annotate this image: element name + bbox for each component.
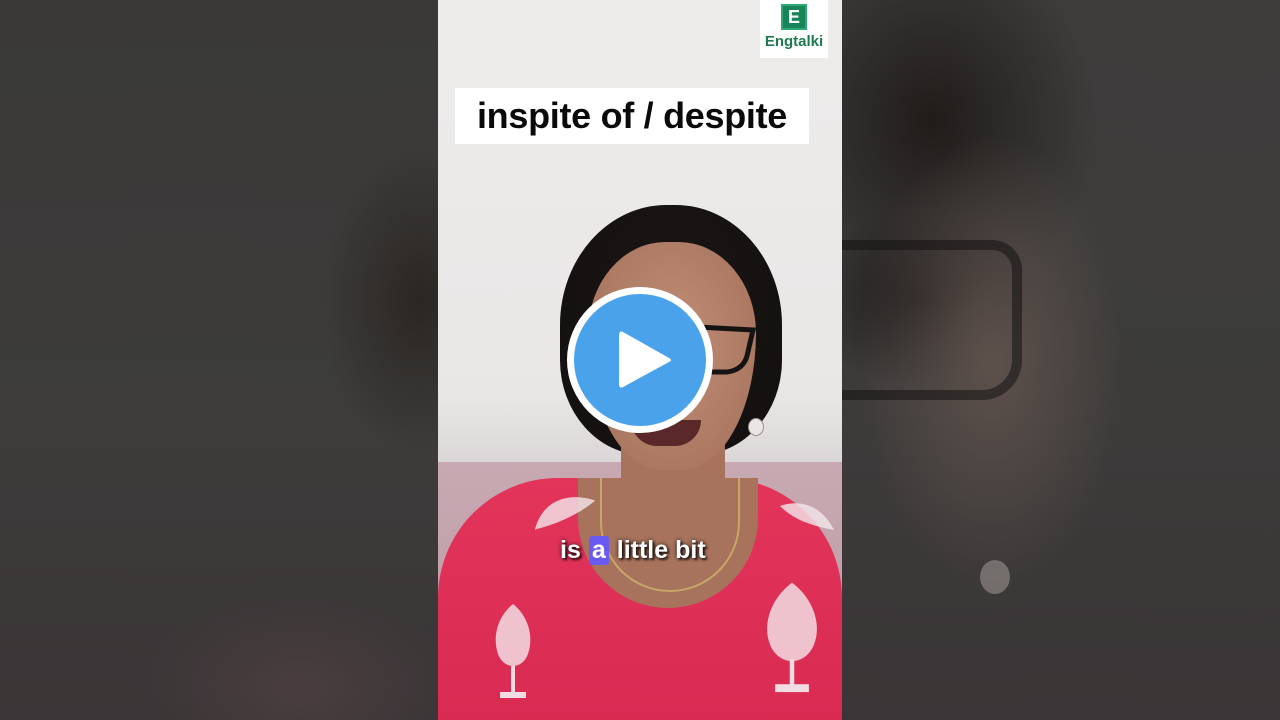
blurred-background-left bbox=[0, 0, 438, 720]
play-button[interactable] bbox=[567, 287, 713, 433]
logo-name: Engtalki bbox=[764, 33, 824, 50]
kurta-embroidery-motif bbox=[767, 582, 817, 693]
caption-word: is bbox=[560, 535, 581, 564]
play-button-disc bbox=[574, 294, 706, 426]
channel-logo[interactable]: E Engtalki bbox=[760, 0, 828, 58]
presenter-earring bbox=[748, 418, 764, 436]
logo-letter-icon: E bbox=[781, 4, 807, 30]
caption-word-highlighted: a bbox=[588, 535, 609, 565]
video-title-overlay: inspite of / despite bbox=[455, 88, 809, 144]
blurred-earring bbox=[980, 560, 1010, 594]
kurta-embroidery-motif bbox=[780, 503, 834, 530]
play-icon bbox=[619, 331, 671, 388]
kurta-embroidery-motif bbox=[495, 604, 531, 698]
blurred-glasses bbox=[842, 240, 1022, 400]
caption-word: little bit bbox=[616, 535, 706, 564]
subtitle-caption: is a little bit bbox=[560, 532, 706, 568]
